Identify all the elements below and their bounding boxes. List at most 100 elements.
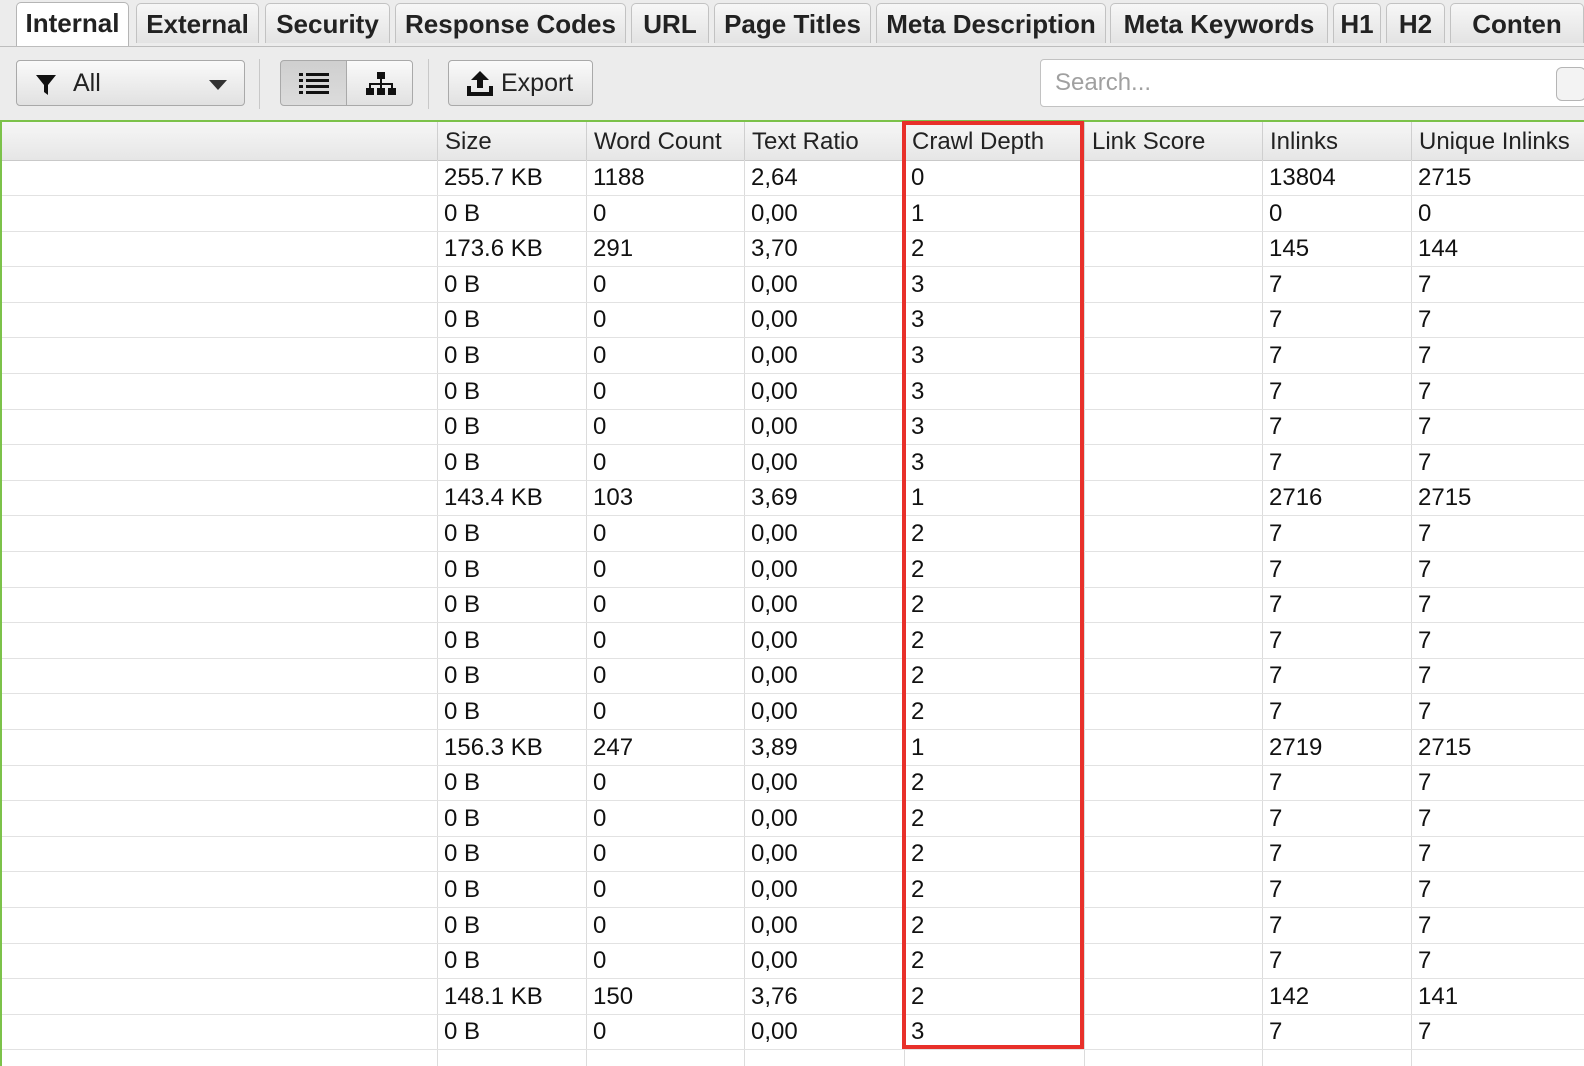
table-row[interactable]: 0 B 0 0,00 2 7 7 xyxy=(2,943,1584,980)
cell-size: 0 B xyxy=(444,413,481,441)
cell-address xyxy=(2,979,437,1014)
tab-url[interactable]: URL xyxy=(631,3,709,43)
cell-link-score xyxy=(1084,231,1262,266)
cell-address xyxy=(2,338,437,373)
tab-response-codes[interactable]: Response Codes xyxy=(395,3,626,43)
table-row[interactable]: 0 B 0 0,00 2 7 7 xyxy=(2,872,1584,908)
column-header-unique-inlinks[interactable]: Unique Inlinks xyxy=(1411,122,1584,160)
cell-text-ratio: 0,00 xyxy=(751,911,798,939)
search-input[interactable] xyxy=(1040,59,1584,107)
tab-page-titles[interactable]: Page Titles xyxy=(714,3,871,43)
tab-h1[interactable]: H1 xyxy=(1333,3,1381,43)
cell-link-score xyxy=(1084,908,1262,943)
table-row[interactable]: 0 B 0 0,00 2 7 7 xyxy=(2,623,1584,659)
cell-inlinks: 7 xyxy=(1269,306,1283,334)
column-header-link-score[interactable]: Link Score xyxy=(1084,122,1262,160)
table-row[interactable]: 0 B 0 0,00 2 7 7 xyxy=(2,836,1584,873)
cell-unique-inlinks: 7 xyxy=(1418,306,1432,334)
column-header-text-ratio[interactable]: Text Ratio xyxy=(744,122,904,160)
tab-security[interactable]: Security xyxy=(265,3,390,43)
cell-address xyxy=(2,302,437,337)
cell-size: 0 B xyxy=(444,769,481,797)
table-row[interactable]: 0 B 0 0,00 3 7 7 xyxy=(2,338,1584,374)
cell-unique-inlinks: 7 xyxy=(1418,947,1432,975)
cell-link-score xyxy=(1084,302,1262,337)
column-header-crawl-depth[interactable]: Crawl Depth xyxy=(904,122,1084,160)
cell-text-ratio: 0,00 xyxy=(751,804,798,832)
cell-word-count: 0 xyxy=(593,413,607,441)
tree-view-button[interactable] xyxy=(346,60,413,106)
table-row[interactable]: 0 B 0 0,00 2 7 7 xyxy=(2,694,1584,730)
export-button[interactable]: Export xyxy=(448,60,593,106)
cell-inlinks: 7 xyxy=(1269,377,1283,405)
table-row[interactable]: 0 B 0 0,00 3 7 7 xyxy=(2,409,1584,446)
cell-unique-inlinks: 7 xyxy=(1418,626,1432,654)
cell-word-count: 0 xyxy=(593,876,607,903)
column-header-word-count[interactable]: Word Count xyxy=(586,122,744,160)
table-row[interactable]: 0 B 0 0,00 2 7 7 xyxy=(2,908,1584,944)
export-label: Export xyxy=(501,69,574,97)
table-row[interactable]: 0 B 0 0,00 2 7 7 xyxy=(2,552,1584,588)
tab-external[interactable]: External xyxy=(136,3,259,43)
cell-word-count: 0 xyxy=(593,448,607,476)
cell-text-ratio: 0,00 xyxy=(751,840,798,868)
table-row[interactable]: 0 B 0 0,00 3 7 7 xyxy=(2,1014,1584,1051)
column-header-address[interactable] xyxy=(2,122,437,160)
cell-address xyxy=(2,943,437,978)
cell-size: 0 B xyxy=(444,911,481,939)
cell-unique-inlinks: 7 xyxy=(1418,769,1432,797)
table-row[interactable]: 0 B 0 0,00 1 0 0 xyxy=(2,196,1584,232)
column-header-size[interactable]: Size xyxy=(437,122,586,160)
cell-size: 0 B xyxy=(444,591,481,619)
cell-text-ratio: 3,70 xyxy=(751,235,798,263)
cell-text-ratio: 0,00 xyxy=(751,520,798,547)
cell-crawl-depth: 2 xyxy=(911,804,925,832)
table-row[interactable]: 0 B 0 0,00 3 7 7 xyxy=(2,267,1584,303)
cell-link-score xyxy=(1084,943,1262,978)
cell-word-count: 0 xyxy=(593,804,607,832)
cell-link-score xyxy=(1084,765,1262,800)
cell-word-count: 291 xyxy=(593,235,634,263)
cell-link-score xyxy=(1084,836,1262,871)
tab-internal[interactable]: Internal xyxy=(16,2,129,46)
cell-crawl-depth: 2 xyxy=(911,982,925,1010)
table-row[interactable]: 0 B 0 0,00 3 7 7 xyxy=(2,302,1584,339)
cell-word-count: 150 xyxy=(593,982,634,1010)
table-row[interactable]: 0 B 0 0,00 2 7 7 xyxy=(2,587,1584,624)
table-row[interactable]: 0 B 0 0,00 2 7 7 xyxy=(2,516,1584,552)
cell-word-count: 0 xyxy=(593,520,607,547)
cell-word-count: 0 xyxy=(593,377,607,405)
table-row[interactable]: 156.3 KB 247 3,89 1 2719 2715 xyxy=(2,730,1584,766)
tab-meta-keywords[interactable]: Meta Keywords xyxy=(1110,3,1328,43)
column-header-inlinks[interactable]: Inlinks xyxy=(1262,122,1411,160)
list-view-icon xyxy=(299,73,329,94)
table-row[interactable]: 0 B 0 0,00 3 7 7 xyxy=(2,445,1584,481)
cell-size: 173.6 KB xyxy=(444,235,543,263)
cell-inlinks: 0 xyxy=(1269,199,1283,227)
cell-address xyxy=(2,374,437,409)
cell-word-count: 0 xyxy=(593,1018,607,1046)
cell-size: 148.1 KB xyxy=(444,982,543,1010)
cell-link-score xyxy=(1084,1014,1262,1049)
search-options-button[interactable] xyxy=(1556,67,1584,101)
cell-crawl-depth: 2 xyxy=(911,911,925,939)
list-view-button[interactable] xyxy=(280,60,347,106)
cell-inlinks: 145 xyxy=(1269,235,1310,263)
cell-word-count: 0 xyxy=(593,698,607,725)
cell-unique-inlinks: 7 xyxy=(1418,698,1432,725)
filter-dropdown[interactable]: All xyxy=(16,60,245,106)
tab-meta-description[interactable]: Meta Description xyxy=(876,3,1106,43)
tab-conten[interactable]: Conten xyxy=(1450,3,1584,43)
tab-h2[interactable]: H2 xyxy=(1386,3,1445,43)
table-row[interactable]: 0 B 0 0,00 2 7 7 xyxy=(2,801,1584,837)
table-row[interactable]: 0 B 0 0,00 2 7 7 xyxy=(2,765,1584,802)
table-row[interactable]: 148.1 KB 150 3,76 2 142 141 xyxy=(2,979,1584,1015)
table-row[interactable]: 0 B 0 0,00 2 7 7 xyxy=(2,658,1584,695)
cell-unique-inlinks: 7 xyxy=(1418,876,1432,903)
table-row[interactable]: 255.7 KB 1188 2,64 0 13804 2715 xyxy=(2,160,1584,196)
table-row[interactable]: 173.6 KB 291 3,70 2 145 144 xyxy=(2,231,1584,268)
cell-link-score xyxy=(1084,196,1262,231)
table-row[interactable]: 143.4 KB 103 3,69 1 2716 2715 xyxy=(2,480,1584,517)
table-row[interactable]: 0 B 0 0,00 3 7 7 xyxy=(2,374,1584,410)
cell-text-ratio: 2,64 xyxy=(751,164,798,191)
